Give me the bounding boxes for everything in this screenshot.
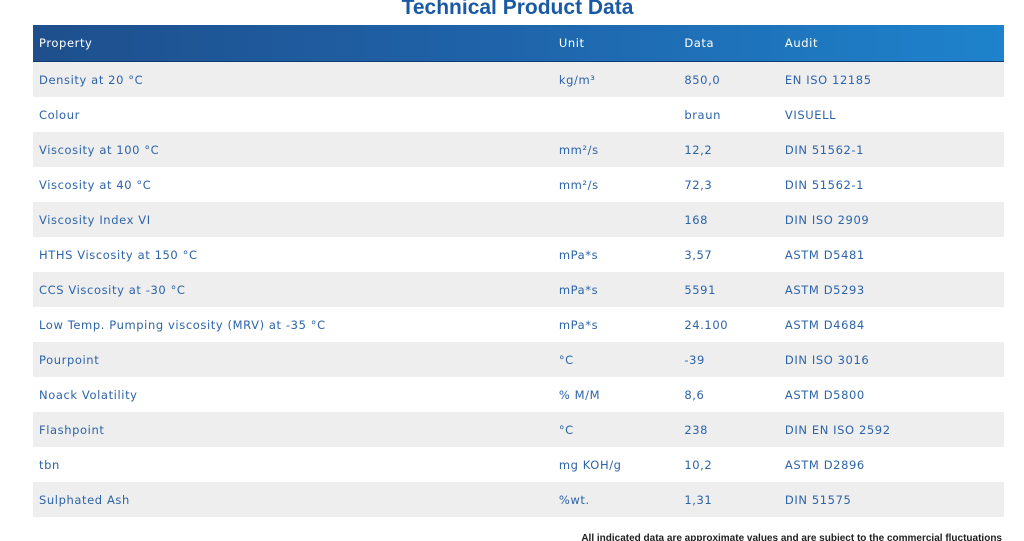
cell-property: Viscosity at 100 °C xyxy=(39,142,160,157)
table-row: Viscosity Index VI 168 DIN ISO 2909 xyxy=(33,202,1004,237)
cell-audit: DIN 51562-1 xyxy=(784,177,865,192)
cell-data: 24.100 xyxy=(684,317,729,332)
table-header-row: Property Unit Data Audit xyxy=(33,25,1004,62)
cell-property: Pourpoint xyxy=(39,352,100,367)
cell-audit: DIN 51575 xyxy=(784,492,852,507)
cell-unit: °C xyxy=(558,352,574,367)
cell-unit: mm²/s xyxy=(558,177,599,192)
table-row: Colour braun VISUELL xyxy=(33,97,1004,132)
cell-property: Viscosity at 40 °C xyxy=(39,177,152,192)
cell-audit: DIN 51562-1 xyxy=(784,142,865,157)
cell-audit: ASTM D5481 xyxy=(784,247,865,262)
cell-property: Flashpoint xyxy=(39,422,105,437)
table-row: Noack Volatility % M/M 8,6 ASTM D5800 xyxy=(33,377,1004,412)
cell-property: HTHS Viscosity at 150 °C xyxy=(39,247,198,262)
cell-unit: % M/M xyxy=(558,387,601,402)
cell-audit: DIN ISO 2909 xyxy=(784,212,870,227)
header-audit: Audit xyxy=(784,36,819,50)
cell-property: Noack Volatility xyxy=(39,387,138,402)
cell-unit: mPa*s xyxy=(558,247,599,262)
header-unit: Unit xyxy=(558,36,585,50)
cell-data: 168 xyxy=(684,212,709,227)
table-row: Density at 20 °C kg/m³ 850,0 EN ISO 12185 xyxy=(33,62,1004,97)
cell-audit: ASTM D2896 xyxy=(784,457,865,472)
cell-audit: DIN ISO 3016 xyxy=(784,352,870,367)
cell-data: 850,0 xyxy=(684,72,721,87)
disclaimer-footnote: All indicated data are approximate value… xyxy=(581,533,1002,541)
cell-property: Viscosity Index VI xyxy=(39,212,151,227)
cell-data: 12,2 xyxy=(684,142,713,157)
cell-audit: ASTM D5800 xyxy=(784,387,865,402)
table-row: Sulphated Ash %wt. 1,31 DIN 51575 xyxy=(33,482,1004,517)
header-data: Data xyxy=(684,36,715,50)
table-row: Viscosity at 40 °C mm²/s 72,3 DIN 51562-1 xyxy=(33,167,1004,202)
cell-property: Density at 20 °C xyxy=(39,72,144,87)
cell-unit: mg KOH/g xyxy=(558,457,622,472)
cell-data: braun xyxy=(684,107,721,122)
cell-data: 72,3 xyxy=(684,177,713,192)
cell-unit: mm²/s xyxy=(558,142,599,157)
page-title: Technical Product Data xyxy=(401,0,634,19)
cell-unit: mPa*s xyxy=(558,282,599,297)
cell-property: CCS Viscosity at -30 °C xyxy=(39,282,186,297)
product-data-page: Technical Product Data Property Unit Dat… xyxy=(0,0,1024,541)
table-row: Pourpoint °C -39 DIN ISO 3016 xyxy=(33,342,1004,377)
technical-data-table: Property Unit Data Audit Density at 20 °… xyxy=(33,25,1004,517)
cell-unit: kg/m³ xyxy=(558,72,596,87)
cell-data: -39 xyxy=(684,352,705,367)
cell-property: tbn xyxy=(39,457,60,472)
table-body: Density at 20 °C kg/m³ 850,0 EN ISO 12185 Co… xyxy=(33,62,1004,517)
cell-data: 238 xyxy=(684,422,709,437)
table-row: Viscosity at 100 °C mm²/s 12,2 DIN 51562-1 xyxy=(33,132,1004,167)
cell-data: 10,2 xyxy=(684,457,713,472)
table-row: Flashpoint °C 238 DIN EN ISO 2592 xyxy=(33,412,1004,447)
cell-unit: %wt. xyxy=(558,492,590,507)
header-property: Property xyxy=(39,36,93,50)
cell-property: Sulphated Ash xyxy=(39,492,130,507)
cell-unit: mPa*s xyxy=(558,317,599,332)
cell-audit: DIN EN ISO 2592 xyxy=(784,422,891,437)
cell-property: Colour xyxy=(39,107,80,122)
cell-audit: VISUELL xyxy=(784,107,837,122)
cell-property: Low Temp. Pumping viscosity (MRV) at -35… xyxy=(39,317,326,332)
table-row: HTHS Viscosity at 150 °C mPa*s 3,57 ASTM D5… xyxy=(33,237,1004,272)
cell-data: 1,31 xyxy=(684,492,713,507)
cell-data: 3,57 xyxy=(684,247,713,262)
table-row: Low Temp. Pumping viscosity (MRV) at -35… xyxy=(33,307,1004,342)
cell-data: 8,6 xyxy=(684,387,705,402)
table-row: tbn mg KOH/g 10,2 ASTM D2896 xyxy=(33,447,1004,482)
cell-audit: ASTM D4684 xyxy=(784,317,865,332)
cell-unit: °C xyxy=(558,422,574,437)
cell-audit: ASTM D5293 xyxy=(784,282,865,297)
table-row: CCS Viscosity at -30 °C mPa*s 5591 ASTM D52… xyxy=(33,272,1004,307)
cell-data: 5591 xyxy=(684,282,716,297)
cell-audit: EN ISO 12185 xyxy=(784,72,872,87)
